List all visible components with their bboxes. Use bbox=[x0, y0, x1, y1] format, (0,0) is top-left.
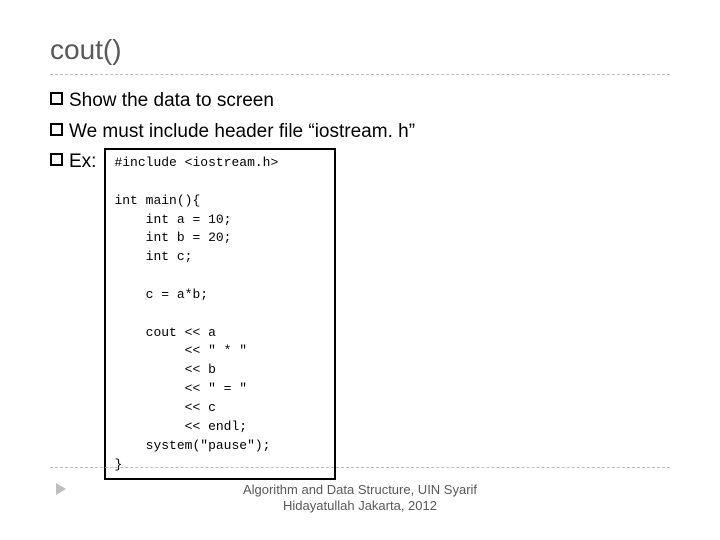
bullet-item-example: Ex: #include <iostream.h> int main(){ in… bbox=[50, 148, 670, 480]
square-bullet-icon bbox=[50, 92, 63, 105]
bottom-divider bbox=[50, 467, 670, 468]
slide: cout() Show the data to screen We must i… bbox=[0, 0, 720, 540]
bullet-list: Show the data to screen We must include … bbox=[50, 87, 670, 480]
title-divider bbox=[50, 74, 670, 75]
square-bullet-icon bbox=[50, 153, 63, 166]
square-bullet-icon bbox=[50, 123, 63, 136]
footer-line-1: Algorithm and Data Structure, UIN Syarif bbox=[0, 482, 720, 498]
bullet-item: We must include header file “iostream. h… bbox=[50, 118, 670, 147]
footer: Algorithm and Data Structure, UIN Syarif… bbox=[0, 482, 720, 515]
footer-line-2: Hidayatullah Jakarta, 2012 bbox=[0, 498, 720, 514]
code-content: #include <iostream.h> int main(){ int a … bbox=[114, 154, 326, 474]
code-box: #include <iostream.h> int main(){ int a … bbox=[104, 148, 336, 480]
page-title: cout() bbox=[50, 0, 670, 74]
bullet-text: We must include header file “iostream. h… bbox=[69, 118, 415, 147]
bullet-text: Ex: bbox=[69, 148, 96, 177]
bullet-item: Show the data to screen bbox=[50, 87, 670, 116]
bullet-text: Show the data to screen bbox=[69, 87, 274, 116]
